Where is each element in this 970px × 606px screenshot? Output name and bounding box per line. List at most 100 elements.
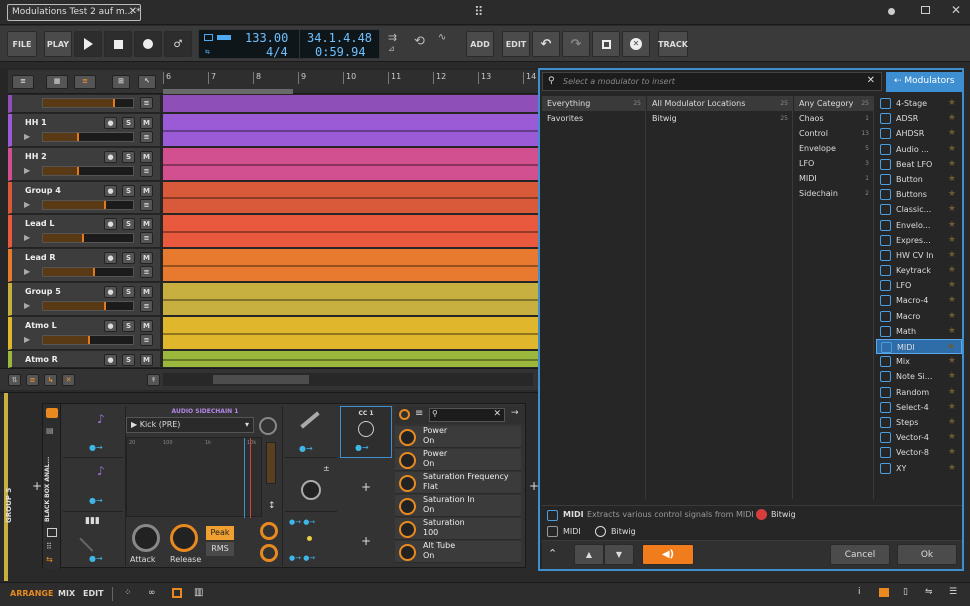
horizontal-scrollbar[interactable] (163, 373, 533, 386)
solo-button[interactable]: S (122, 151, 135, 163)
track-header[interactable]: Lead R ● S M ▶ ≡ (8, 249, 160, 282)
favorite-star-icon[interactable]: ★ (948, 111, 956, 126)
modulator-item[interactable]: Note Si... ★ (876, 369, 962, 384)
favorite-star-icon[interactable]: ★ (948, 142, 956, 157)
favorite-star-icon[interactable]: ★ (948, 385, 956, 400)
grid-icon[interactable]: ⠿ (46, 542, 52, 551)
duplicate-button[interactable] (592, 31, 620, 57)
modulator-item[interactable]: Button ★ (876, 172, 962, 187)
modulator-item[interactable]: AHDSR ★ (876, 126, 962, 141)
track-menu-icon[interactable]: ≡ (140, 300, 153, 312)
modulator-item[interactable]: Keytrack ★ (876, 263, 962, 278)
modulator-item[interactable]: Math ★ (876, 324, 962, 339)
solo-button[interactable]: S (122, 117, 135, 129)
document-tab[interactable]: Modulations Test 2 auf m... * ✕ (7, 4, 141, 21)
cancel-button[interactable]: Cancel (830, 544, 890, 565)
mute-button[interactable]: M (140, 354, 153, 366)
route-icon[interactable]: ↳ (44, 374, 57, 386)
track-power-icon[interactable]: ● (104, 320, 117, 332)
browser-row[interactable]: Control 13 (794, 126, 873, 141)
favorite-star-icon[interactable]: ★ (948, 461, 956, 476)
frequency-display[interactable]: 20 100 1k 10k (126, 437, 262, 518)
link-slot[interactable]: ●→ (285, 406, 337, 458)
add-device-before-icon[interactable]: + (32, 479, 42, 493)
edit-button[interactable]: EDIT (502, 31, 530, 57)
parameter-knob[interactable] (399, 452, 416, 469)
favorite-star-icon[interactable]: ★ (948, 202, 956, 217)
favorite-star-icon[interactable]: ★ (948, 430, 956, 445)
favorite-star-icon[interactable]: ★ (948, 309, 956, 324)
modulator-icon[interactable]: ⇆ (46, 555, 53, 564)
ok-button[interactable]: Ok (897, 544, 957, 565)
solo-button[interactable]: S (122, 218, 135, 230)
panel-list-icon[interactable]: ☰ (949, 587, 957, 597)
parameter-row[interactable]: Saturation Frequency Flat (395, 472, 521, 494)
device-power-icon[interactable] (46, 408, 58, 418)
favorite-star-icon[interactable]: ★ (948, 126, 956, 141)
volume-slider[interactable] (42, 301, 134, 311)
mute-button[interactable]: M (140, 218, 153, 230)
favorite-star-icon[interactable]: ★ (948, 445, 956, 460)
track-lane[interactable] (163, 182, 538, 213)
solo-button[interactable]: S (122, 252, 135, 264)
automation-view-icon[interactable]: ⁘ (124, 588, 132, 598)
solo-button[interactable]: S (122, 354, 135, 366)
collapse-icon[interactable]: ⌃ (548, 547, 557, 560)
add-device-after-icon[interactable]: + (529, 479, 539, 493)
volume-slider[interactable] (42, 267, 134, 277)
track-menu-icon[interactable]: ≡ (140, 266, 153, 278)
loop-region[interactable] (163, 89, 293, 94)
peak-button[interactable]: Peak (206, 526, 234, 540)
param-list-icon[interactable]: ≡ (415, 408, 423, 419)
tab-modulators[interactable]: ⇠ Modulators (886, 72, 962, 92)
modulator-item[interactable]: HW CV In ★ (876, 248, 962, 263)
modulator-item[interactable]: Random ★ (876, 385, 962, 400)
track-header[interactable]: Atmo L ● S M ▶ ≡ (8, 317, 160, 350)
loop-record-icon[interactable]: ⟲ (414, 34, 425, 49)
device-view-icon[interactable] (172, 588, 182, 598)
track-button[interactable]: TRACK (658, 31, 688, 57)
delete-button[interactable]: ✕ (622, 31, 650, 57)
scroll-up-icon[interactable]: ↟ (147, 374, 160, 386)
modulator-item[interactable]: Audio ... ★ (876, 142, 962, 157)
track-header[interactable]: Group 4 ● S M ▶ ≡ (8, 182, 160, 214)
play-button[interactable] (74, 31, 102, 57)
undo-button[interactable]: ↶ (532, 31, 560, 57)
volume-slider[interactable] (42, 98, 134, 108)
param-power-icon[interactable] (399, 409, 410, 420)
track-power-icon[interactable]: ● (104, 354, 117, 366)
tempo-display[interactable]: 133.00 (245, 31, 288, 45)
device-menu-icon[interactable]: ▤ (46, 426, 54, 435)
note-output-slot[interactable]: ♪ ●→ (63, 460, 123, 512)
next-button[interactable]: ▼ (604, 544, 634, 565)
cc1-slot[interactable]: CC 1 ●→ (340, 406, 392, 458)
modulator-item[interactable]: Expres... ★ (876, 233, 962, 248)
favorite-star-icon[interactable]: ★ (948, 415, 956, 430)
modulator-item[interactable]: Macro ★ (876, 309, 962, 324)
timeline-ruler[interactable]: 6 7 8 9 10 11 12 13 14 (163, 70, 538, 94)
favorite-star-icon[interactable]: ★ (948, 278, 956, 293)
modulator-item[interactable]: Macro-4 ★ (876, 293, 962, 308)
track-lane[interactable] (163, 114, 538, 146)
file-icon[interactable]: ▯ (903, 587, 908, 597)
parameter-knob[interactable] (399, 544, 416, 561)
volume-slider[interactable] (42, 132, 134, 142)
favorite-star-icon[interactable]: ★ (948, 233, 956, 248)
track-menu-icon[interactable]: ≡ (140, 165, 153, 177)
track-header[interactable]: Atmo R ● S M ▶ ≡ (8, 351, 160, 380)
mute-button[interactable]: M (140, 117, 153, 129)
track-menu-icon[interactable]: ≡ (140, 97, 153, 109)
modulator-item[interactable]: ADSR ★ (876, 111, 962, 126)
threshold-icon[interactable]: ↕ (268, 501, 276, 511)
track-menu-icon[interactable]: ≡ (140, 334, 153, 346)
close-window-icon[interactable]: ✕ (951, 3, 961, 17)
edit-tab[interactable]: EDIT (83, 589, 104, 598)
track-power-icon[interactable]: ● (104, 185, 117, 197)
browser-row[interactable]: Bitwig 25 (647, 111, 792, 126)
favorite-star-icon[interactable]: ★ (948, 248, 956, 263)
modulator-item[interactable]: Envelo... ★ (876, 218, 962, 233)
mute-button[interactable]: M (140, 286, 153, 298)
window-icon[interactable] (47, 528, 57, 537)
track-lane[interactable] (163, 215, 538, 247)
stop-button[interactable] (104, 31, 132, 57)
